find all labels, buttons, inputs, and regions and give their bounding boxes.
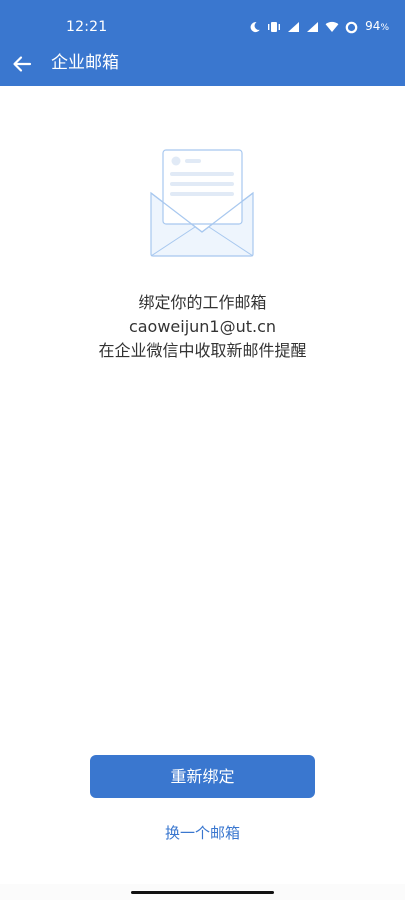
envelope-illustration bbox=[148, 146, 256, 261]
envelope-letter-icon bbox=[150, 149, 254, 257]
rebind-button[interactable]: 重新绑定 bbox=[90, 755, 315, 798]
signal-icon bbox=[307, 22, 319, 32]
battery-unit: % bbox=[380, 23, 389, 33]
battery-percent: 94% bbox=[365, 17, 389, 37]
moon-icon bbox=[250, 22, 260, 33]
message-title: 绑定你的工作邮箱 bbox=[138, 293, 267, 312]
bind-email-message: 绑定你的工作邮箱 caoweijun1@ut.cn 在企业微信中收取新邮件提醒 bbox=[0, 291, 405, 363]
home-indicator[interactable] bbox=[131, 891, 274, 894]
change-mailbox-link[interactable]: 换一个邮箱 bbox=[0, 822, 405, 844]
battery-ring-icon bbox=[345, 21, 358, 33]
bound-email-address: caoweijun1@ut.cn bbox=[128, 317, 277, 336]
page-title: 企业邮箱 bbox=[51, 53, 119, 73]
top-app-bar: 12:21 94% 企业邮箱 bbox=[0, 0, 405, 86]
arrow-left-icon bbox=[13, 56, 32, 72]
back-button[interactable] bbox=[8, 50, 36, 78]
status-time: 12:21 bbox=[66, 19, 108, 35]
status-bar: 12:21 94% bbox=[0, 0, 405, 48]
main-content: 绑定你的工作邮箱 caoweijun1@ut.cn 在企业微信中收取新邮件提醒 … bbox=[0, 86, 405, 900]
message-description: 在企业微信中收取新邮件提醒 bbox=[98, 341, 307, 360]
gesture-navigation-area bbox=[0, 884, 405, 900]
wifi-icon bbox=[325, 21, 339, 32]
vibrate-icon bbox=[268, 22, 281, 32]
navigation-row: 企业邮箱 bbox=[0, 48, 405, 86]
status-icons: 94% bbox=[249, 18, 389, 36]
screen: 12:21 94% 企业邮箱 绑定你的工作邮箱 caoweijun1@ut.cn… bbox=[0, 0, 405, 900]
battery-percent-value: 94 bbox=[365, 19, 381, 33]
signal-icon bbox=[288, 22, 300, 32]
